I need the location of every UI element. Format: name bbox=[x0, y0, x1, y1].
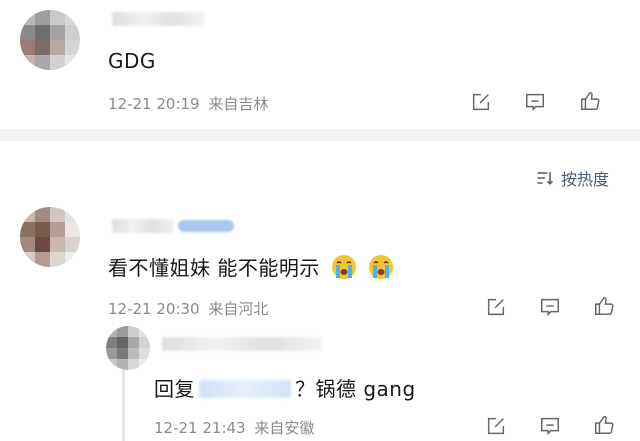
reply-body: ？锅德 gang bbox=[295, 377, 416, 401]
comment-icon bbox=[541, 298, 559, 317]
reply-mention-blurred[interactable] bbox=[199, 380, 291, 398]
sort-by-hot-button[interactable]: 按热度 bbox=[535, 166, 609, 190]
section-divider bbox=[0, 129, 640, 141]
username-blurred[interactable] bbox=[112, 12, 204, 26]
comment-text: GDG bbox=[108, 49, 156, 73]
comment-button[interactable] bbox=[537, 413, 563, 439]
comment-button[interactable] bbox=[522, 89, 548, 115]
comment-time: 12-21 20:30 bbox=[108, 300, 200, 318]
crying-emoji bbox=[331, 255, 356, 279]
like-icon bbox=[581, 92, 600, 110]
reply-meta: 12-21 21:43 来自安徽 bbox=[154, 417, 314, 438]
edit-icon bbox=[487, 298, 505, 316]
like-icon bbox=[595, 416, 614, 434]
user-badge bbox=[178, 220, 234, 232]
username-blurred[interactable] bbox=[162, 337, 322, 351]
comment-text-body: 看不懂姐妹 能不能明示 bbox=[108, 256, 320, 280]
avatar[interactable] bbox=[20, 207, 80, 267]
comment-icon bbox=[541, 417, 559, 436]
edit-button[interactable] bbox=[483, 294, 509, 320]
crying-emoji bbox=[368, 255, 393, 279]
comment-time: 12-21 20:19 bbox=[108, 95, 200, 113]
edit-button[interactable] bbox=[468, 89, 494, 115]
sort-icon bbox=[537, 172, 554, 185]
edit-button[interactable] bbox=[483, 413, 509, 439]
reply-time: 12-21 21:43 bbox=[154, 419, 246, 437]
comment-text: 看不懂姐妹 能不能明示 bbox=[108, 252, 394, 281]
username-blurred[interactable] bbox=[112, 219, 174, 233]
reply-prefix: 回复 bbox=[154, 377, 195, 401]
reply-text: 回复 ？锅德 gang bbox=[154, 373, 416, 402]
avatar[interactable] bbox=[20, 10, 80, 70]
like-button[interactable] bbox=[591, 293, 617, 319]
comment-button[interactable] bbox=[537, 294, 563, 320]
comment-meta: 12-21 20:30 来自河北 bbox=[108, 298, 268, 319]
reply-location: 来自安徽 bbox=[254, 419, 315, 437]
like-button[interactable] bbox=[591, 412, 617, 438]
avatar[interactable] bbox=[106, 326, 150, 370]
edit-icon bbox=[487, 417, 505, 435]
comment-icon bbox=[526, 93, 544, 112]
comment-location: 来自河北 bbox=[208, 300, 269, 318]
comment-meta: 12-21 20:19 来自吉林 bbox=[108, 93, 268, 114]
comment-location: 来自吉林 bbox=[208, 95, 269, 113]
like-icon bbox=[595, 297, 614, 315]
edit-icon bbox=[472, 93, 490, 111]
like-button[interactable] bbox=[577, 88, 603, 114]
sort-label: 按热度 bbox=[561, 170, 610, 189]
